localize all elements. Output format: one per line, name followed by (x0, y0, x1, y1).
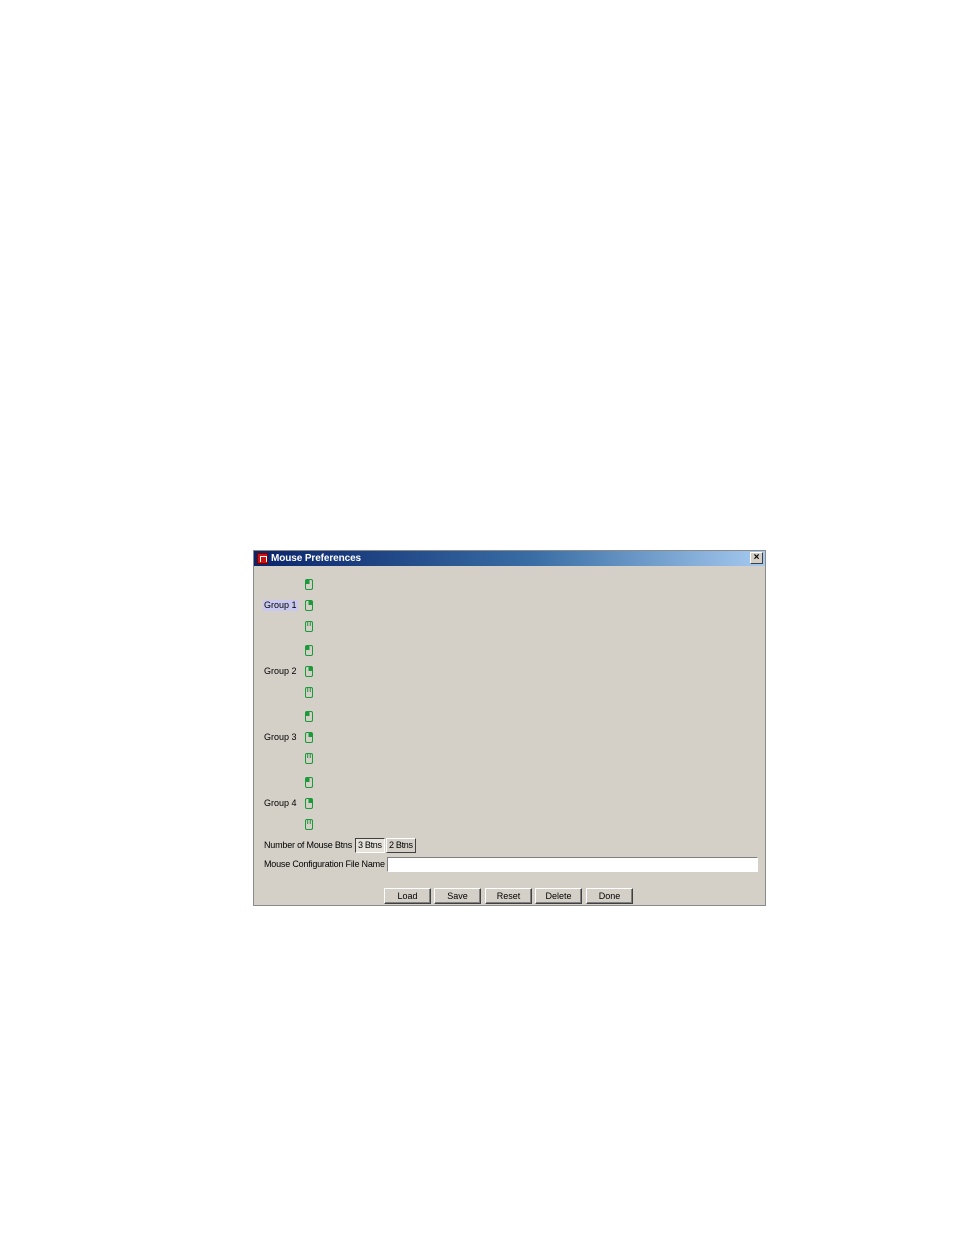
group-4-label[interactable]: Group 4 (263, 798, 298, 809)
mouse-left-button-icon[interactable] (305, 711, 313, 722)
mouse-left-button-icon[interactable] (305, 579, 313, 590)
group-1-label[interactable]: Group 1 (263, 600, 298, 611)
save-button[interactable]: Save (434, 888, 481, 904)
mouse-middle-button-icon[interactable] (305, 819, 313, 830)
mouse-middle-button-icon[interactable] (305, 753, 313, 764)
mouse-middle-button-icon[interactable] (305, 621, 313, 632)
mouse-middle-button-icon[interactable] (305, 687, 313, 698)
group-2-label[interactable]: Group 2 (263, 666, 298, 677)
two-buttons-option[interactable]: 2 Btns (386, 838, 416, 853)
mouse-preferences-window: Mouse Preferences × Group 1 Group 2 Grou… (253, 550, 766, 906)
mouse-right-button-icon[interactable] (305, 600, 313, 611)
config-file-input[interactable] (387, 857, 758, 872)
mouse-right-button-icon[interactable] (305, 666, 313, 677)
load-button[interactable]: Load (384, 888, 431, 904)
three-buttons-option[interactable]: 3 Btns (355, 838, 385, 853)
delete-button[interactable]: Delete (535, 888, 582, 904)
close-button[interactable]: × (750, 552, 763, 564)
mouse-right-button-icon[interactable] (305, 732, 313, 743)
title-bar[interactable]: Mouse Preferences × (254, 551, 765, 566)
mouse-left-button-icon[interactable] (305, 645, 313, 656)
mouse-buttons-label: Number of Mouse Btns (264, 840, 353, 850)
window-title: Mouse Preferences (271, 553, 362, 564)
app-icon (257, 553, 268, 564)
mouse-left-button-icon[interactable] (305, 777, 313, 788)
mouse-right-button-icon[interactable] (305, 798, 313, 809)
group-3-label[interactable]: Group 3 (263, 732, 298, 743)
reset-button[interactable]: Reset (485, 888, 532, 904)
done-button[interactable]: Done (586, 888, 633, 904)
config-file-label: Mouse Configuration File Name (264, 859, 385, 869)
